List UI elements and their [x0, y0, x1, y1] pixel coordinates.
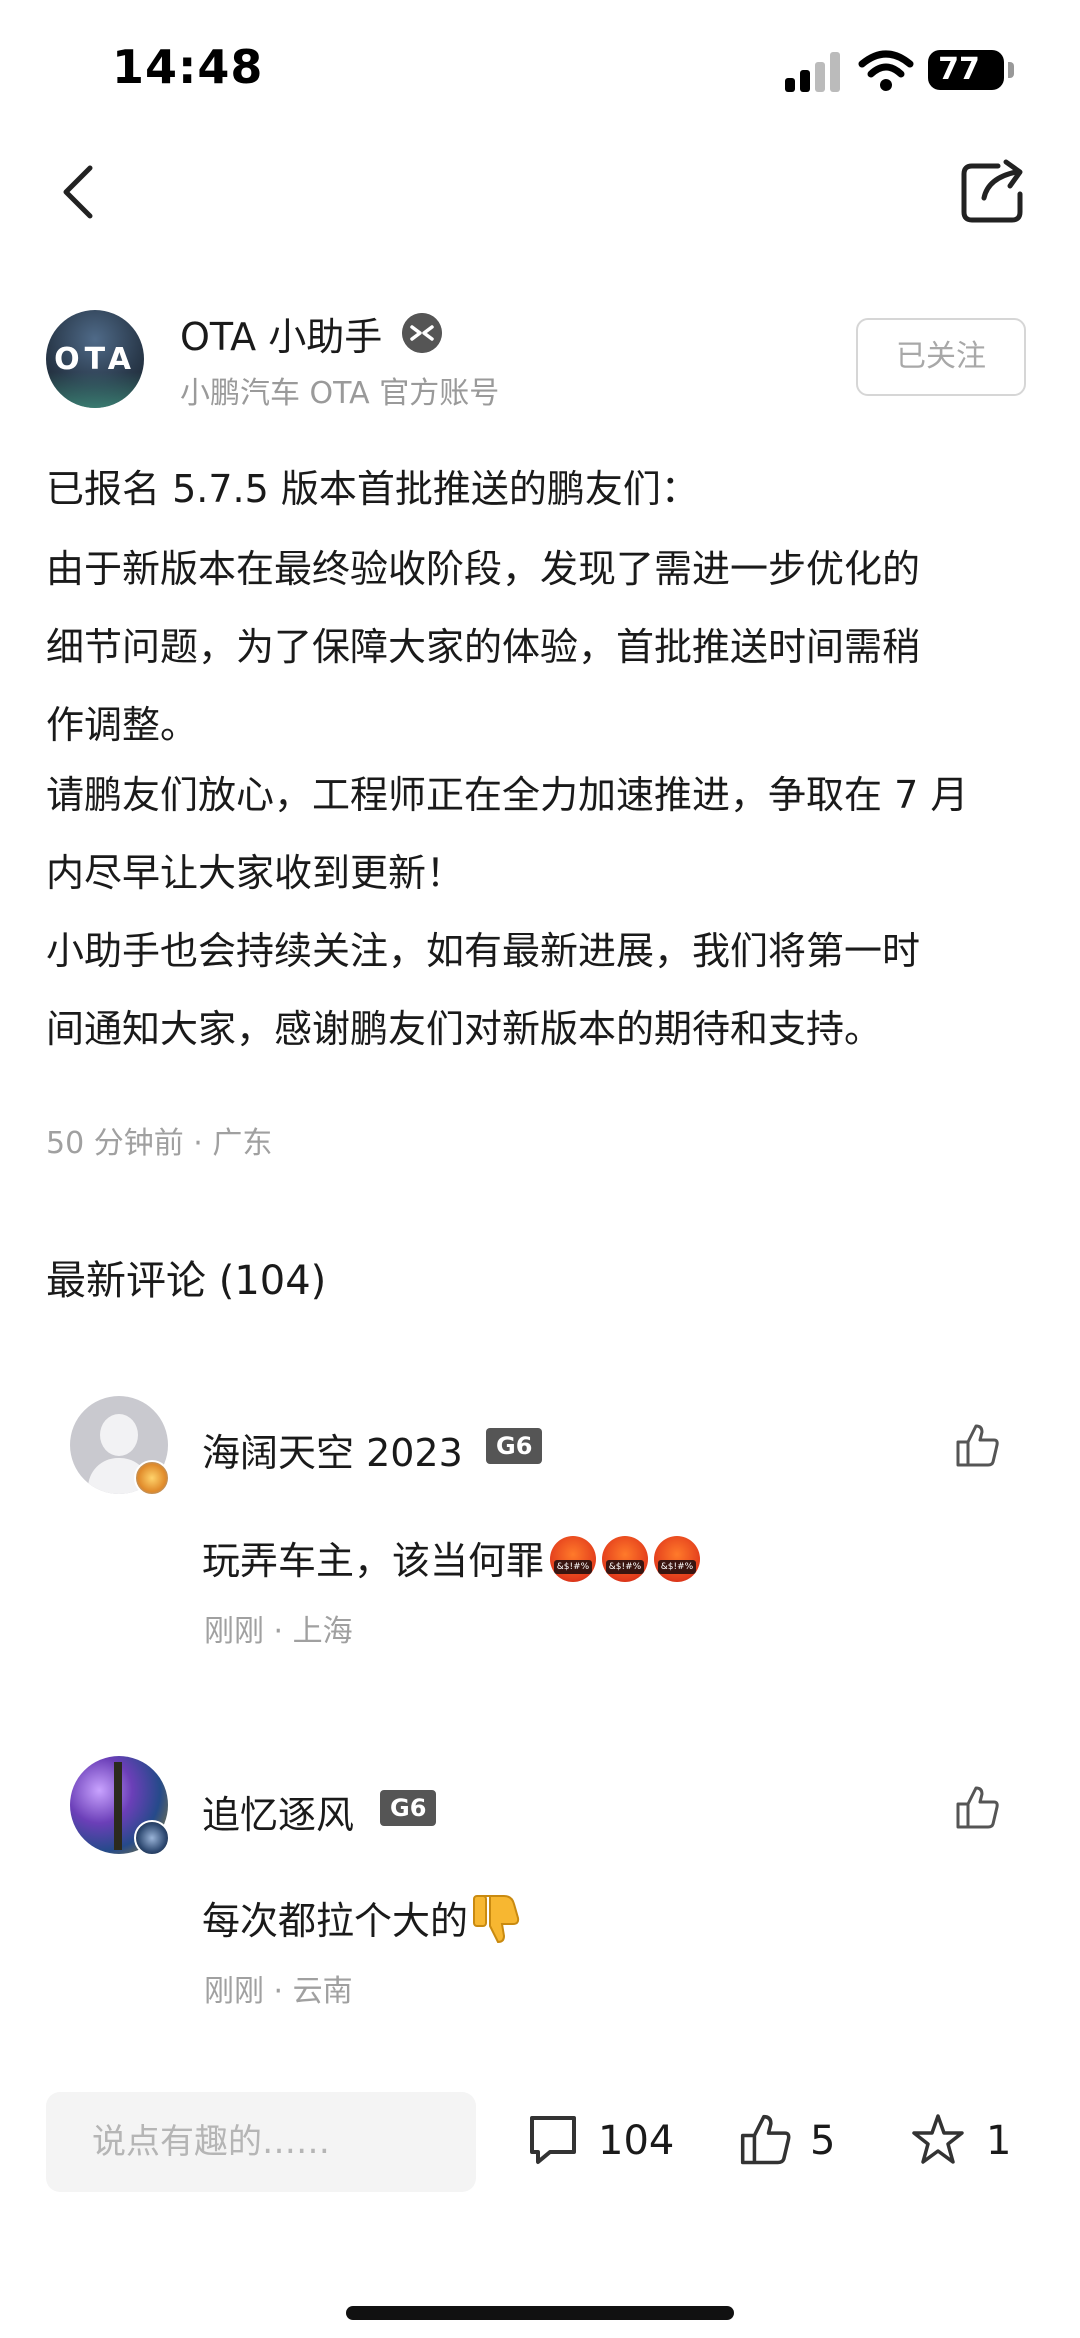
post-text-line: 小助手也会持续关注，如有最新进展，我们将第一时 — [46, 929, 921, 973]
back-arrow-icon[interactable] — [56, 160, 100, 224]
share-icon[interactable] — [958, 158, 1028, 224]
comments-button[interactable]: 104 — [526, 2112, 676, 2172]
author-name[interactable]: OTA 小助手 — [180, 306, 382, 361]
level-badge: G6 — [380, 1790, 437, 1826]
follow-button[interactable]: 已关注 — [856, 318, 1026, 396]
comment-input[interactable]: 说点有趣的…… — [46, 2092, 476, 2192]
thumbs-up-icon — [740, 2114, 791, 2165]
battery-icon: 77 — [928, 50, 1014, 90]
angry-emoji-icon — [550, 1536, 597, 1582]
favorite-button[interactable]: 1 — [910, 2112, 1012, 2172]
favorite-count: 1 — [986, 2118, 1012, 2164]
comment-text: 每次都拉个大的 — [202, 1890, 520, 1945]
battery-level: 77 — [938, 52, 980, 87]
author-avatar[interactable]: OTA — [46, 310, 144, 408]
status-time: 14:48 — [112, 40, 264, 94]
post-text-line: 请鹏友们放心，工程师正在全力加速推进，争取在 7 月 — [46, 773, 969, 817]
comment-text: 玩弄车主，该当何罪 — [202, 1530, 701, 1585]
comment-count: 104 — [598, 2118, 675, 2164]
avatar-logo-text: OTA — [54, 342, 136, 377]
star-icon — [912, 2114, 964, 2164]
verified-badge-icon — [402, 313, 442, 353]
like-count: 5 — [810, 2118, 836, 2164]
commenter-name[interactable]: 追忆逐风 — [202, 1784, 354, 1839]
commenter-name[interactable]: 海阔天空 2023 — [202, 1422, 463, 1477]
post-text-line: 间通知大家，感谢鹏友们对新版本的期待和支持。 — [46, 1007, 883, 1051]
wifi-icon — [858, 50, 914, 91]
thumbs-down-emoji-icon — [473, 1895, 520, 1944]
level-badge: G6 — [486, 1428, 543, 1464]
comment-text-content: 玩弄车主，该当何罪 — [202, 1539, 545, 1583]
author-subtitle: 小鹏汽车 OTA 官方账号 — [180, 376, 500, 411]
comment-bubble-icon — [530, 2116, 576, 2164]
like-icon[interactable] — [954, 1784, 1000, 1830]
user-badge-icon — [134, 1820, 170, 1856]
user-badge-icon — [134, 1460, 170, 1496]
comment-text-content: 每次都拉个大的 — [202, 1899, 469, 1943]
post-text-line: 由于新版本在最终验收阶段，发现了需进一步优化的 — [46, 547, 921, 591]
comment-meta: 刚刚 · 上海 — [204, 1614, 353, 1649]
like-icon[interactable] — [954, 1422, 1000, 1468]
comments-heading: 最新评论 (104) — [46, 1258, 327, 1304]
angry-emoji-icon — [654, 1536, 701, 1582]
post-text-line: 内尽早让大家收到更新！ — [46, 851, 465, 895]
cellular-signal-icon — [785, 50, 845, 92]
post-text-line: 细节问题，为了保障大家的体验，首批推送时间需稍 — [46, 625, 921, 669]
angry-emoji-icon — [602, 1536, 649, 1582]
post-text-line: 已报名 5.7.5 版本首批推送的鹏友们： — [46, 467, 699, 511]
post-text-line: 作调整。 — [46, 703, 199, 747]
home-indicator[interactable] — [346, 2306, 734, 2320]
post-meta: 50 分钟前 · 广东 — [46, 1126, 273, 1161]
like-button[interactable]: 5 — [738, 2112, 858, 2172]
comment-meta: 刚刚 · 云南 — [204, 1974, 353, 2009]
